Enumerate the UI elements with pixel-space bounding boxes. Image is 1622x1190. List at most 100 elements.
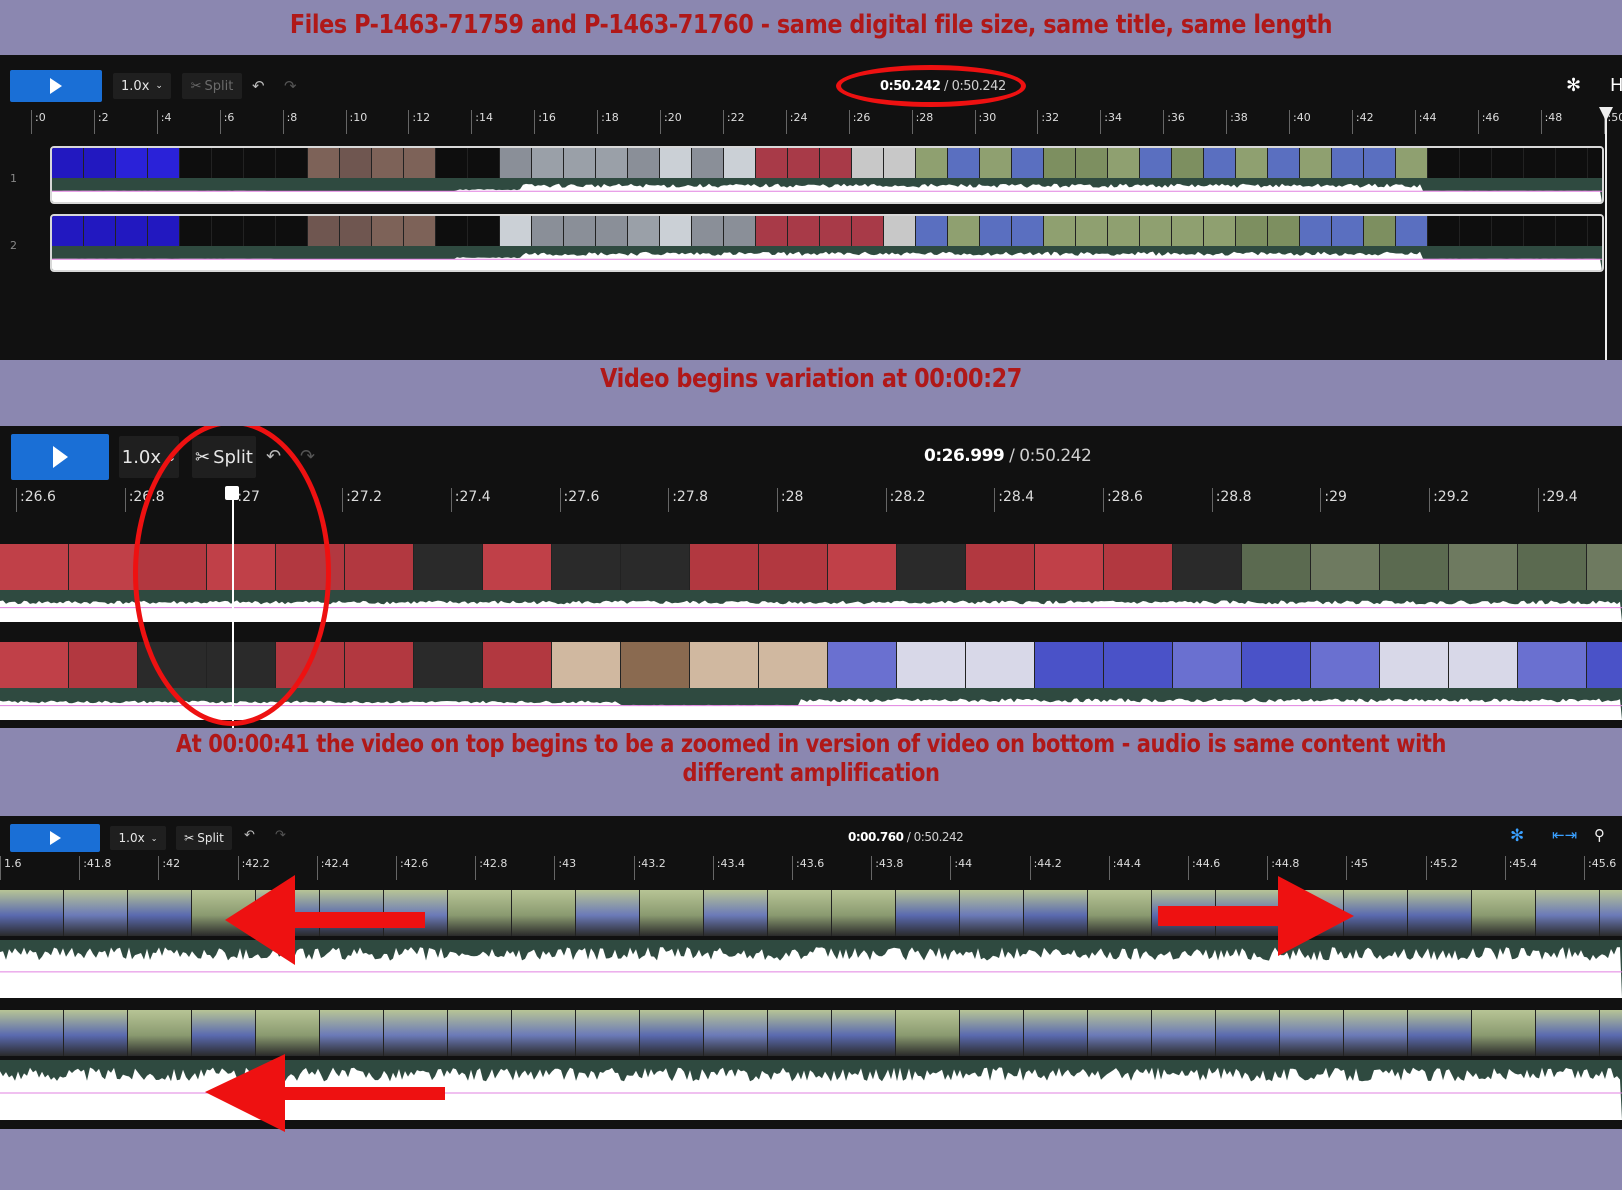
audio-waveform xyxy=(52,246,1602,270)
video-frame xyxy=(552,544,621,590)
video-frame xyxy=(52,216,84,246)
video-frame xyxy=(0,642,69,688)
video-frame xyxy=(448,1010,512,1056)
video-frame xyxy=(345,544,414,590)
playhead-handle[interactable] xyxy=(1599,107,1613,121)
video-frame xyxy=(0,890,64,936)
speed-select[interactable]: 1.0x ⌄ xyxy=(110,826,166,850)
video-frame xyxy=(1428,148,1460,178)
video-frame xyxy=(1536,1010,1600,1056)
undo-icon[interactable]: ↶ xyxy=(252,77,265,95)
ruler-tick: :43.2 xyxy=(633,856,666,880)
video-frame xyxy=(576,1010,640,1056)
redo-icon[interactable]: ↷ xyxy=(275,828,286,843)
time-total: 0:50.242 xyxy=(1019,446,1092,466)
video-frame xyxy=(1140,216,1172,246)
video-frame xyxy=(832,1010,896,1056)
zoom-icon[interactable]: H xyxy=(1610,75,1622,96)
video-frame xyxy=(576,890,640,936)
ruler-tick: :4 xyxy=(156,110,172,134)
video-frame xyxy=(1344,1010,1408,1056)
video-frame xyxy=(1428,216,1460,246)
video-frame xyxy=(372,216,404,246)
video-frame xyxy=(1556,216,1588,246)
video-frame xyxy=(436,216,468,246)
video-frame xyxy=(500,148,532,178)
ruler-tick: :29.4 xyxy=(1537,488,1578,512)
video-frame xyxy=(212,216,244,246)
ruler-tick: :12 xyxy=(408,110,430,134)
video-frame xyxy=(1216,1010,1280,1056)
video-frame xyxy=(1600,1010,1622,1056)
video-frame xyxy=(64,890,128,936)
video-frame xyxy=(1408,890,1472,936)
video-frame xyxy=(1173,642,1242,688)
video-frame xyxy=(788,216,820,246)
video-frame xyxy=(704,1010,768,1056)
ruler-tick: :46 xyxy=(1477,110,1499,134)
ruler-tick: :28.4 xyxy=(994,488,1034,512)
video-frame xyxy=(640,1010,704,1056)
video-frame xyxy=(340,216,372,246)
video-frame xyxy=(1300,148,1332,178)
video-frame xyxy=(884,148,916,178)
split-button[interactable]: ✂ Split xyxy=(182,73,242,99)
video-frame xyxy=(1311,642,1380,688)
play-button[interactable] xyxy=(10,70,102,102)
ruler-tick: :45.4 xyxy=(1504,856,1537,880)
video-frame xyxy=(468,216,500,246)
video-frame xyxy=(404,216,436,246)
play-button[interactable] xyxy=(11,434,109,480)
snap-icon[interactable]: ✻ xyxy=(1510,826,1524,846)
undo-icon[interactable]: ↶ xyxy=(244,828,255,843)
frame-strip xyxy=(52,148,1602,178)
ruler-tick: :27.2 xyxy=(342,488,382,512)
playhead[interactable] xyxy=(1605,110,1607,360)
video-frame xyxy=(0,1010,64,1056)
speed-select[interactable]: 1.0x ⌄ xyxy=(113,73,171,99)
snap-icon[interactable]: ✻ xyxy=(1566,75,1581,96)
arrow-left-top xyxy=(225,875,425,965)
video-frame xyxy=(788,148,820,178)
video-frame xyxy=(448,890,512,936)
video-frame xyxy=(1396,216,1428,246)
video-frame xyxy=(512,1010,576,1056)
ruler-tick: :42.8 xyxy=(475,856,507,880)
video-frame xyxy=(820,148,852,178)
zoom-icon[interactable]: ⚲ xyxy=(1594,826,1605,844)
video-frame xyxy=(212,148,244,178)
time-readout: 0:26.999 / 0:50.242 xyxy=(924,446,1092,466)
chevron-down-icon: ⌄ xyxy=(150,833,158,843)
video-frame xyxy=(1332,216,1364,246)
video-frame xyxy=(828,544,897,590)
video-frame xyxy=(980,216,1012,246)
video-frame xyxy=(948,216,980,246)
ruler-tick: :44.2 xyxy=(1029,856,1062,880)
track-number: 2 xyxy=(10,239,17,252)
ruler-tick: :42 xyxy=(1351,110,1374,134)
annotation-zoom-note: At 00:00:41 the video on top begins to b… xyxy=(175,729,1447,787)
video-clip-track-1[interactable] xyxy=(50,146,1604,204)
video-frame xyxy=(1518,544,1587,590)
ruler-tick: :24 xyxy=(785,110,808,134)
scissors-icon: ✂ xyxy=(184,831,195,845)
ruler-tick: :29 xyxy=(1320,488,1347,512)
frame-strip xyxy=(0,1010,1622,1056)
video-frame xyxy=(52,148,84,178)
ruler-tick: :45.6 xyxy=(1584,856,1616,880)
video-frame xyxy=(1076,148,1108,178)
ruler-tick: :32 xyxy=(1037,110,1059,134)
video-frame xyxy=(1280,1010,1344,1056)
split-button[interactable]: ✂ Split xyxy=(176,826,232,850)
frame-strip xyxy=(52,216,1602,246)
play-button[interactable] xyxy=(10,824,100,852)
redo-icon[interactable]: ↷ xyxy=(284,77,297,95)
video-clip-track-2[interactable] xyxy=(50,214,1604,272)
video-frame xyxy=(1173,544,1242,590)
fit-icon[interactable]: ⇤⇥ xyxy=(1552,826,1577,844)
video-frame xyxy=(69,642,138,688)
redo-icon[interactable]: ↷ xyxy=(300,446,315,467)
ruler-tick: :28 xyxy=(911,110,933,134)
video-frame xyxy=(759,544,828,590)
video-frame xyxy=(1104,642,1173,688)
